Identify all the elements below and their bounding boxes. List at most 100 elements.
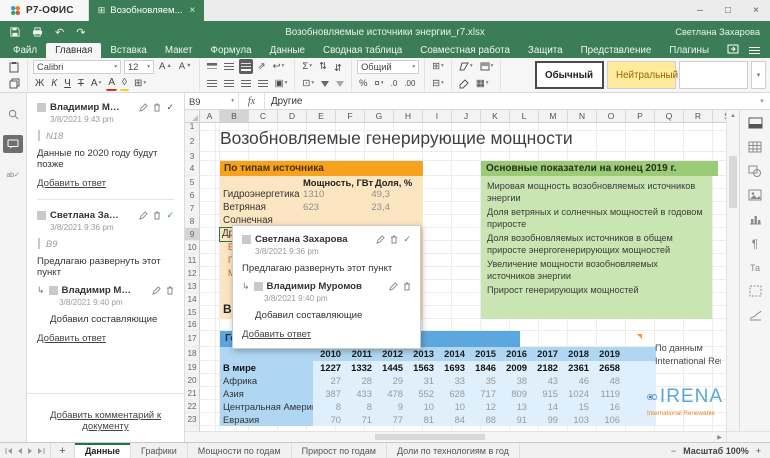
sheet-tab-Прирост по годам[interactable]: Прирост по годам bbox=[292, 443, 387, 458]
row-header-8[interactable]: 8 bbox=[185, 215, 200, 228]
column-header-N[interactable]: N bbox=[568, 110, 597, 122]
row-cells[interactable] bbox=[200, 161, 726, 176]
align-left-icon[interactable] bbox=[205, 76, 219, 91]
formula-input[interactable]: Другие bbox=[265, 96, 754, 107]
column-header-F[interactable]: F bbox=[336, 110, 365, 122]
cell-name-box[interactable]: B9▾ bbox=[185, 93, 239, 109]
horizontal-scroll-thumb[interactable] bbox=[375, 434, 485, 440]
increase-decimal-button[interactable]: .00 bbox=[402, 76, 417, 91]
sheet-tab-Данные[interactable]: Данные bbox=[75, 443, 131, 458]
add-document-comment-link[interactable]: Добавить комментарий к документу bbox=[37, 410, 174, 432]
italic-button[interactable]: К bbox=[49, 76, 59, 91]
column-header-D[interactable]: D bbox=[278, 110, 307, 122]
row-header-10[interactable]: 10 bbox=[185, 241, 200, 254]
paste-icon[interactable] bbox=[7, 59, 22, 74]
delete-comment-icon[interactable] bbox=[153, 103, 161, 112]
scroll-right-icon[interactable]: ▶ bbox=[713, 434, 726, 441]
percent-style-button[interactable]: % bbox=[357, 76, 369, 91]
cell-theme-icon[interactable]: ▾ bbox=[478, 59, 496, 74]
row-header-15[interactable]: 15 bbox=[185, 306, 200, 319]
bold-button[interactable]: Ж bbox=[33, 76, 46, 91]
decrease-font-icon[interactable]: A▼ bbox=[177, 59, 194, 74]
ribbon-tab-Макет[interactable]: Макет bbox=[156, 43, 202, 58]
comment-popup[interactable]: Светлана Захарова ✓ 3/8/2021 9:36 pm Пре… bbox=[232, 225, 421, 349]
row-cells[interactable] bbox=[200, 400, 726, 413]
row-cells[interactable] bbox=[200, 131, 726, 152]
clear-filter-icon[interactable] bbox=[334, 76, 346, 91]
edit-comment-icon[interactable] bbox=[376, 235, 385, 244]
paragraph-settings-icon[interactable]: ¶ bbox=[752, 237, 758, 251]
filter-icon[interactable] bbox=[319, 76, 331, 91]
row-header-19[interactable]: 19 bbox=[185, 361, 200, 374]
row-cells[interactable] bbox=[200, 176, 726, 189]
row-header-21[interactable]: 21 bbox=[185, 387, 200, 400]
chart-settings-icon[interactable] bbox=[749, 213, 762, 225]
row-header-7[interactable]: 7 bbox=[185, 202, 200, 215]
currency-style-button[interactable]: ¤▾ bbox=[373, 76, 386, 91]
column-header-G[interactable]: G bbox=[365, 110, 394, 122]
align-top-icon[interactable] bbox=[205, 59, 219, 74]
column-header-C[interactable]: C bbox=[249, 110, 278, 122]
clear-icon[interactable]: ▾ bbox=[457, 59, 475, 74]
image-settings-icon[interactable] bbox=[748, 189, 762, 201]
sheet-tab-Графики[interactable]: Графики bbox=[131, 443, 188, 458]
borders-button[interactable]: ⊞▾ bbox=[132, 76, 148, 91]
column-header-M[interactable]: M bbox=[539, 110, 568, 122]
orientation-icon[interactable]: ⇗ bbox=[256, 59, 268, 74]
font-size-select[interactable]: 12▾ bbox=[124, 60, 154, 74]
table-settings-icon[interactable] bbox=[748, 141, 762, 153]
row-cells[interactable] bbox=[200, 361, 726, 374]
row-header-9[interactable]: 9 bbox=[185, 228, 200, 241]
app-logo-tab[interactable]: Р7-ОФИС bbox=[0, 0, 89, 21]
insert-cells-icon[interactable]: ⊞▾ bbox=[430, 59, 446, 74]
maximize-button[interactable]: □ bbox=[714, 0, 742, 21]
ribbon-tab-Представление[interactable]: Представление bbox=[572, 43, 661, 58]
row-header-3[interactable]: 3 bbox=[185, 152, 200, 161]
scroll-up-icon[interactable]: ▲ bbox=[727, 110, 739, 121]
close-button[interactable]: × bbox=[742, 0, 770, 21]
row-cells[interactable] bbox=[200, 374, 726, 387]
delete-cells-icon[interactable]: ⊟▾ bbox=[430, 76, 446, 91]
ribbon-tab-Формула[interactable]: Формула bbox=[202, 43, 261, 58]
row-header-6[interactable]: 6 bbox=[185, 189, 200, 202]
add-reply-link[interactable]: Добавить ответ bbox=[37, 333, 106, 344]
delete-reply-icon[interactable] bbox=[166, 286, 174, 295]
row-header-20[interactable]: 20 bbox=[185, 374, 200, 387]
zoom-out-button[interactable]: − bbox=[671, 446, 676, 456]
gallery-expand-icon[interactable]: ▾ bbox=[751, 61, 766, 89]
row-cells[interactable] bbox=[200, 413, 726, 426]
edit-reply-icon[interactable] bbox=[389, 282, 398, 291]
ribbon-tab-Плагины[interactable]: Плагины bbox=[660, 43, 718, 58]
row-header-12[interactable]: 12 bbox=[185, 267, 200, 280]
ribbon-tab-Сводная таблица[interactable]: Сводная таблица bbox=[314, 43, 411, 58]
horizontal-scrollbar[interactable]: ▶ bbox=[185, 431, 770, 442]
minimize-button[interactable]: – bbox=[686, 0, 714, 21]
row-cells[interactable] bbox=[200, 152, 726, 161]
align-bottom-icon[interactable] bbox=[239, 59, 253, 74]
column-header-J[interactable]: J bbox=[452, 110, 481, 122]
cell-settings-icon[interactable] bbox=[748, 117, 763, 129]
fill-color-button[interactable]: ◊ bbox=[120, 76, 129, 91]
decrease-decimal-button[interactable]: .0 bbox=[389, 76, 400, 91]
ribbon-tab-Главная[interactable]: Главная bbox=[46, 43, 101, 58]
sort-descending-icon[interactable]: ⇅ bbox=[332, 59, 344, 74]
slicer-settings-icon[interactable] bbox=[749, 285, 762, 297]
edit-comment-icon[interactable] bbox=[139, 211, 148, 220]
spellcheck-icon[interactable]: ab✓ bbox=[3, 165, 23, 183]
column-header-Q[interactable]: Q bbox=[655, 110, 684, 122]
edit-comment-icon[interactable] bbox=[139, 103, 148, 112]
align-center-icon[interactable] bbox=[222, 76, 236, 91]
add-reply-link[interactable]: Добавить ответ bbox=[37, 178, 106, 189]
row-header-23[interactable]: 23 bbox=[185, 413, 200, 426]
merge-cells-icon[interactable]: ▣▾ bbox=[273, 76, 290, 91]
column-header-K[interactable]: K bbox=[481, 110, 510, 122]
row-cells[interactable] bbox=[200, 347, 726, 361]
delete-comment-icon[interactable] bbox=[153, 211, 161, 220]
sheet-tab-Мощности по годам[interactable]: Мощности по годам bbox=[188, 443, 292, 458]
row-header-2[interactable]: 2 bbox=[185, 131, 200, 152]
delete-reply-icon[interactable] bbox=[403, 282, 411, 291]
edit-reply-icon[interactable] bbox=[152, 286, 161, 295]
row-cells[interactable] bbox=[200, 123, 726, 131]
style-neutral[interactable]: Нейтральный bbox=[607, 61, 676, 89]
font-color-button[interactable]: A bbox=[106, 76, 117, 91]
